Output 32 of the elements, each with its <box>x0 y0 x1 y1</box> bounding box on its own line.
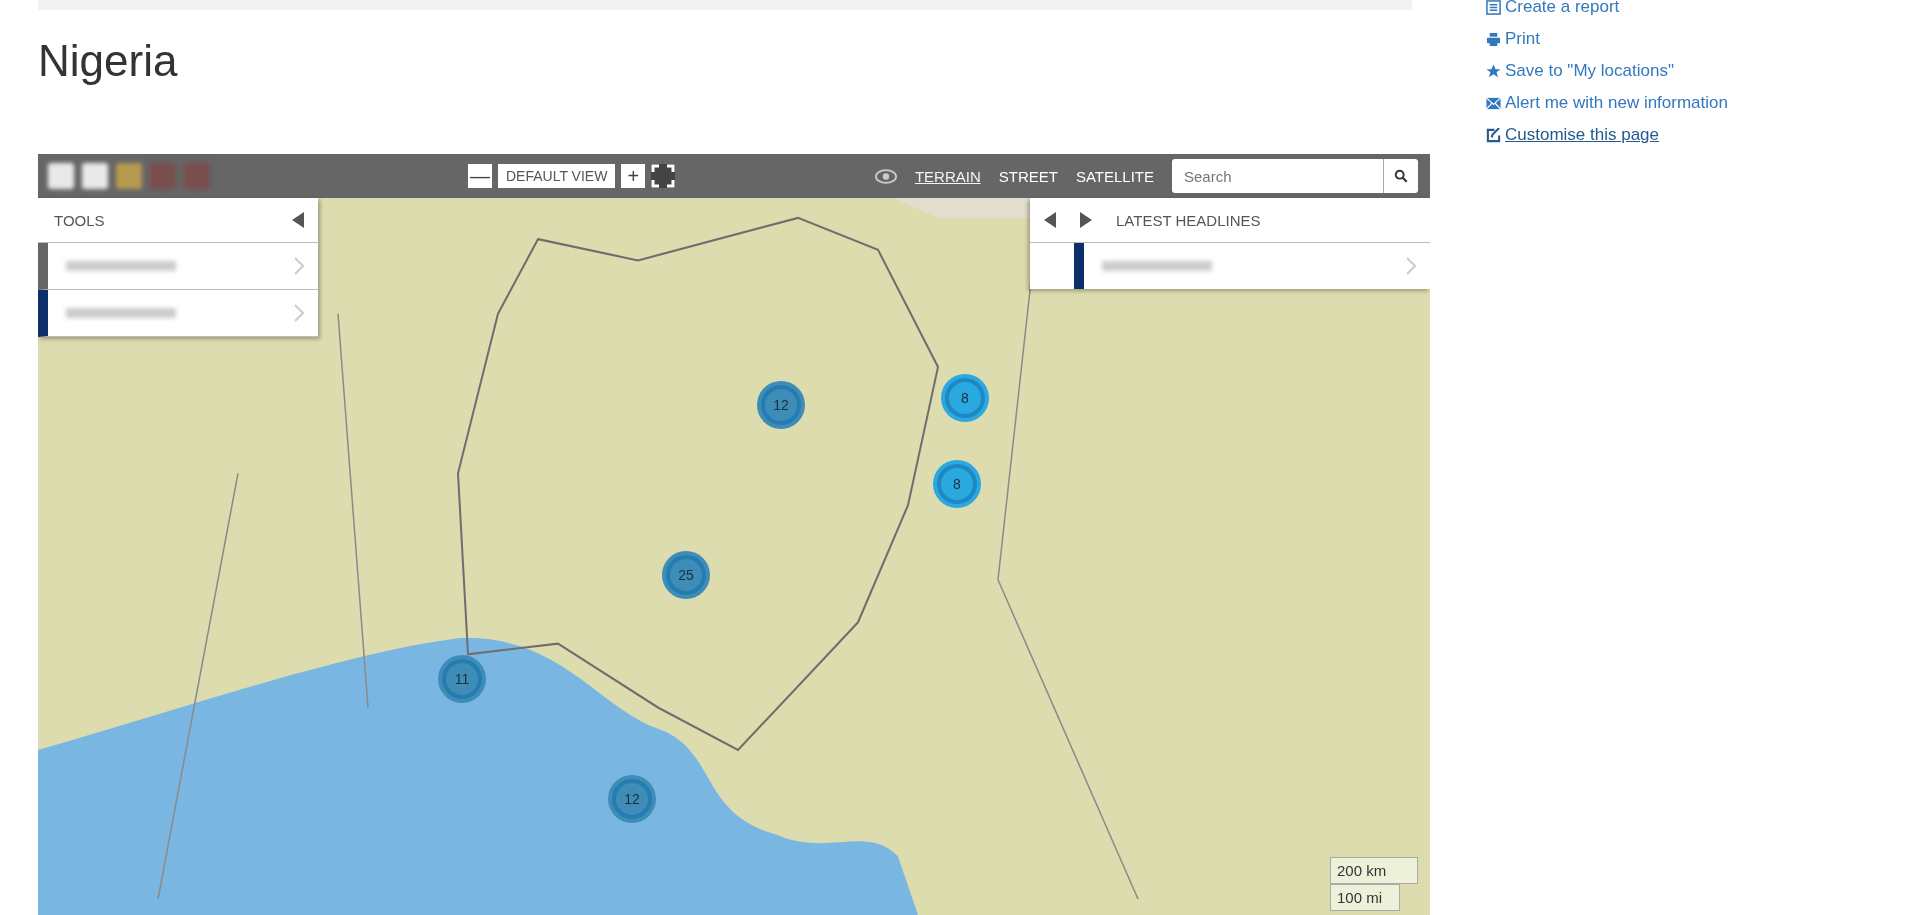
fullscreen-icon[interactable] <box>651 164 676 188</box>
next-icon[interactable] <box>1080 212 1092 228</box>
map-layer-tab[interactable]: TERRAIN <box>914 167 981 185</box>
star-icon <box>1486 63 1501 79</box>
zoom-in-button[interactable]: + <box>621 164 646 188</box>
map-layer-tab[interactable]: STREET <box>998 167 1058 185</box>
collapse-icon[interactable] <box>292 212 304 228</box>
panel-item[interactable] <box>38 290 318 337</box>
panel-title: TOOLS <box>54 211 105 229</box>
action-link[interactable]: Create a report <box>1486 0 1728 17</box>
default-view-button[interactable]: DEFAULT VIEW <box>498 164 616 188</box>
list-icon <box>1486 0 1501 15</box>
scale-bar: 100 mi <box>1330 884 1400 911</box>
previous-icon[interactable] <box>1044 212 1056 228</box>
action-link[interactable]: Print <box>1486 29 1728 49</box>
action-link[interactable]: Save to "My locations" <box>1486 61 1728 81</box>
print-icon <box>1486 31 1501 47</box>
edit-icon <box>1486 127 1501 143</box>
page-title: Nigeria <box>38 35 179 87</box>
zoom-out-button[interactable]: — <box>468 164 492 188</box>
panel-item[interactable] <box>38 243 318 290</box>
map-layer-tab[interactable]: SATELLITE <box>1075 167 1154 185</box>
chevron-right-icon <box>1406 257 1416 275</box>
chevron-right-icon <box>294 304 304 322</box>
chevron-right-icon <box>294 257 304 275</box>
action-link[interactable]: Alert me with new information <box>1486 93 1728 113</box>
envelope-icon <box>1486 95 1501 111</box>
action-link[interactable]: Customise this page <box>1486 125 1728 145</box>
scale-bar: 200 km <box>1330 857 1418 884</box>
search-icon <box>1394 169 1408 183</box>
panel-title: LATEST HEADLINES <box>1116 211 1261 229</box>
eye-icon <box>874 168 897 184</box>
